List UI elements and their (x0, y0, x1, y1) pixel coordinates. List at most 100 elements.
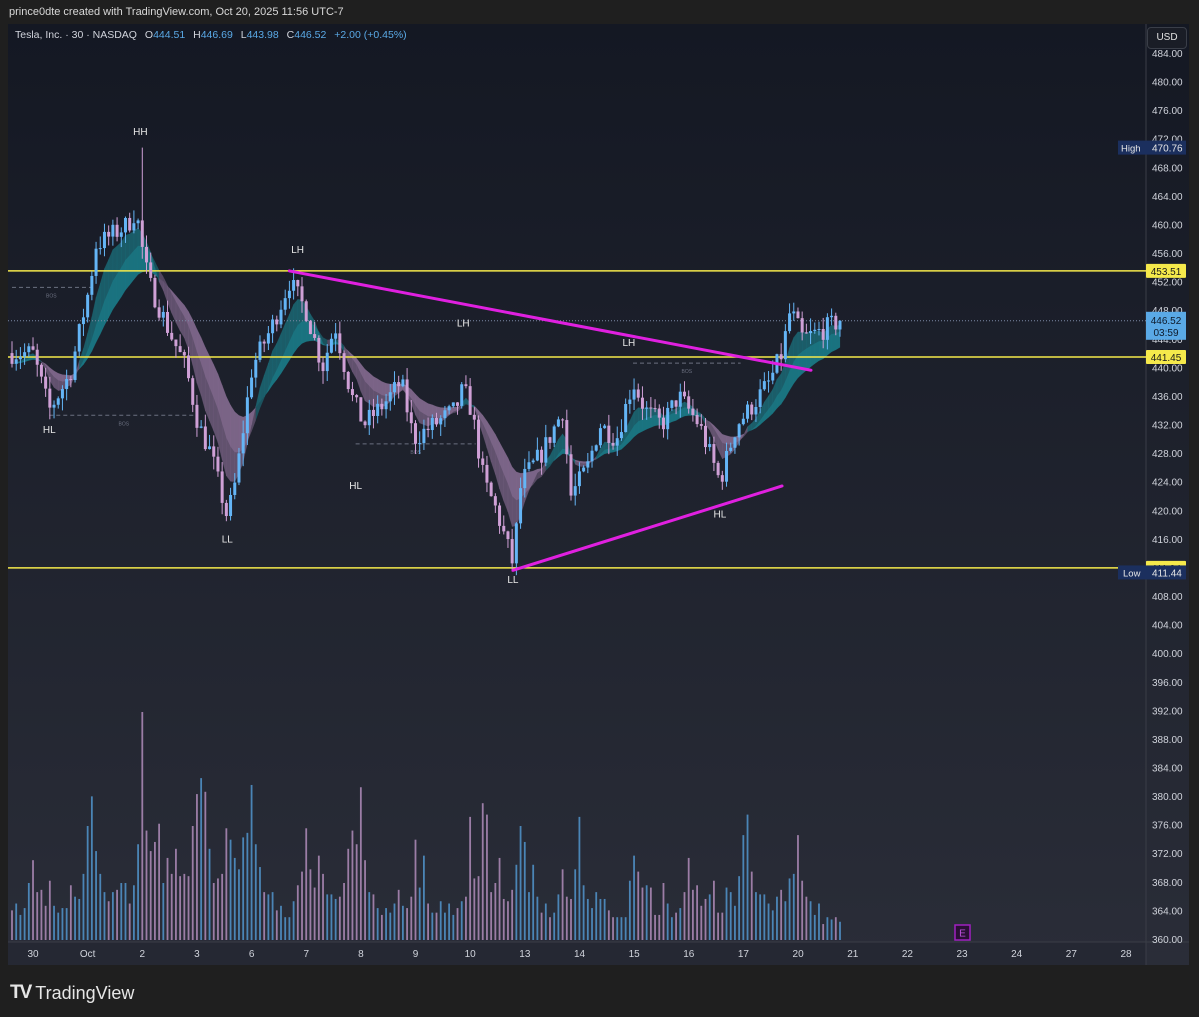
volume-bar (418, 887, 421, 940)
volume-bar (368, 892, 371, 940)
ribbon-inner-segment (436, 406, 441, 418)
volume-bar (717, 912, 720, 940)
candle-body (266, 333, 270, 344)
candle-body (582, 467, 586, 472)
candle-body (527, 462, 531, 469)
volume-bar (217, 878, 219, 940)
ribbon-inner-segment (377, 378, 382, 396)
volume-bar (397, 889, 400, 940)
candle-body (628, 399, 632, 404)
ribbon-inner-segment (512, 466, 517, 501)
candle-body (195, 404, 199, 428)
candle-body (590, 450, 594, 462)
price-tick-label: 392.00 (1152, 706, 1183, 717)
volume-bar (591, 908, 593, 940)
candle-body (502, 525, 506, 532)
volume-bar (473, 878, 476, 940)
volume-bar (288, 917, 291, 940)
volume-bar (460, 901, 463, 940)
candle-body (14, 359, 18, 364)
volume-bar (296, 885, 299, 940)
volume-bar (95, 851, 97, 940)
candle-body (779, 354, 783, 360)
earnings-marker[interactable]: E (954, 924, 971, 941)
volume-bar (116, 889, 118, 940)
candle-body (611, 442, 615, 446)
candle-body (178, 346, 182, 353)
candle-body (300, 286, 304, 302)
symbol-legend[interactable]: Tesla, Inc. · 30 · NASDAQ O444.51 H446.6… (15, 29, 407, 41)
volume-bar (750, 871, 753, 940)
candle-body (477, 419, 481, 459)
volume-bar (582, 885, 585, 940)
time-tick-label: 10 (465, 949, 477, 960)
volume-bar (704, 898, 707, 940)
volume-bar (780, 889, 783, 940)
volume-bar (137, 844, 139, 940)
volume-bar (355, 844, 358, 940)
volume-bar (15, 903, 18, 940)
volume-bar (637, 871, 640, 940)
candle-body (624, 403, 628, 433)
price-tick-label: 384.00 (1152, 764, 1183, 775)
price-tick-label: 460.00 (1152, 220, 1183, 231)
volume-bar (830, 919, 833, 940)
volume-bar (212, 883, 215, 940)
structure-label: HL (349, 481, 362, 492)
candle-body (27, 346, 31, 353)
candle-body (704, 425, 708, 448)
time-tick-label: 23 (956, 949, 968, 960)
volume-bar (90, 796, 93, 940)
candle-body (472, 414, 476, 420)
volume-bar (86, 826, 89, 940)
time-tick-label: 2 (140, 949, 146, 960)
tradingview-logo[interactable]: TV TradingView (10, 982, 134, 1004)
candle-body (237, 453, 241, 483)
symbol-title[interactable]: Tesla, Inc. · 30 · NASDAQ (15, 29, 137, 41)
candle-body (35, 349, 39, 365)
currency-button[interactable]: USD (1147, 27, 1187, 49)
ribbon-inner-segment (432, 404, 437, 418)
candle-body (464, 384, 468, 387)
chart-canvas[interactable]: BOSBOSBOSBOS HHLHLHLHHLLLHLLLHL 484.0048… (0, 0, 1199, 1017)
candle-body (52, 404, 56, 408)
volume-bar (658, 914, 661, 940)
candle-body (725, 450, 729, 482)
price-tick-label: 440.00 (1152, 363, 1183, 374)
volume-bar (708, 894, 711, 940)
plot-background (8, 24, 1189, 965)
volume-bar (57, 912, 60, 940)
price-tick-label: 400.00 (1152, 649, 1183, 660)
candle-body (94, 248, 98, 276)
candle-body (834, 315, 838, 330)
candle-body (619, 432, 623, 439)
volume-bar (208, 848, 211, 940)
chart-credit: prince0dte created with TradingView.com,… (9, 6, 344, 18)
volume-bar (578, 816, 581, 940)
volume-bar (48, 880, 51, 940)
volume-bar (553, 912, 556, 940)
time-tick-label: 30 (27, 949, 39, 960)
volume-bar (385, 908, 387, 940)
candle-body (359, 397, 363, 422)
volume-bar (141, 712, 144, 940)
candle-body (514, 523, 518, 564)
candle-body (809, 330, 813, 334)
candle-body (821, 329, 825, 340)
volume-bar (389, 912, 392, 940)
candle-body (371, 409, 375, 416)
volume-bar (649, 887, 652, 940)
volume-bar (448, 903, 451, 940)
candle-body (136, 220, 140, 224)
candle-body (737, 424, 741, 438)
tradingview-logo-text: TradingView (35, 982, 135, 1003)
volume-bar (536, 896, 539, 940)
volume-bar (826, 917, 829, 940)
volume-bar (275, 910, 278, 940)
price-tick-label: 376.00 (1152, 821, 1183, 832)
candle-body (506, 531, 510, 540)
volume-bar (691, 889, 694, 940)
volume-bar (666, 903, 669, 940)
volume-bar (338, 896, 341, 940)
volume-bar (32, 860, 34, 940)
